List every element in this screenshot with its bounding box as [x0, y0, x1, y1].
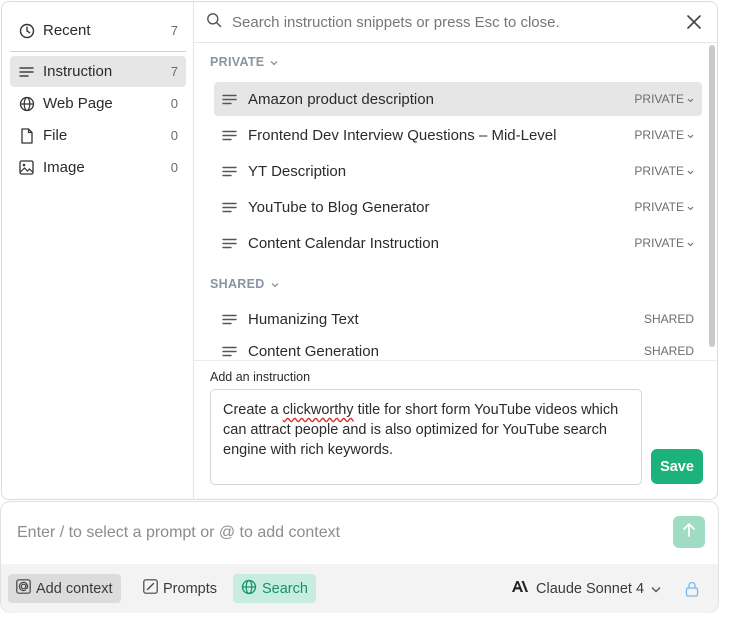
sidebar-item-count: 0 [170, 160, 178, 175]
misspelled-word: clickworthy [282, 402, 354, 418]
section-header-private[interactable]: PRIVATE [210, 55, 278, 69]
sidebar-divider [10, 51, 186, 52]
snippet-row[interactable]: YouTube to Blog Generator PRIVATE [214, 190, 702, 224]
search-input[interactable]: Search instruction snippets or press Esc… [232, 14, 683, 31]
model-label: Claude Sonnet 4 [536, 580, 645, 597]
snippet-list: PRIVATE Amazon product description PRIVA… [194, 43, 717, 359]
chat-composer: Enter / to select a prompt or @ to add c… [0, 501, 719, 613]
globe-icon [241, 579, 257, 599]
snippet-title: Humanizing Text [248, 310, 359, 328]
visibility-label: PRIVATE [634, 92, 684, 106]
sidebar-item-count: 0 [170, 128, 178, 143]
lock-icon[interactable] [685, 581, 701, 597]
prompts-label: Prompts [163, 580, 217, 597]
visibility-label: PRIVATE [634, 164, 684, 178]
snippet-row[interactable]: Humanizing Text SHARED [214, 302, 702, 336]
instruction-text-start: Create a [223, 402, 283, 418]
prompts-button[interactable]: Prompts [135, 574, 225, 603]
sidebar-item-count: 7 [170, 23, 178, 38]
chevron-down-icon [687, 200, 694, 214]
visibility-dropdown[interactable]: PRIVATE [634, 92, 694, 106]
save-button[interactable]: Save [651, 449, 703, 484]
snippet-title: YouTube to Blog Generator [248, 198, 430, 216]
file-icon [18, 127, 35, 144]
instruction-textarea[interactable]: Create a clickworthy title for short for… [210, 389, 642, 485]
sidebar-item-label: File [43, 127, 68, 144]
lines-icon [222, 345, 238, 357]
lines-icon [222, 165, 238, 177]
section-title: PRIVATE [210, 55, 265, 69]
sidebar-item-image[interactable]: Image 0 [10, 152, 186, 183]
visibility-dropdown[interactable]: PRIVATE [634, 200, 694, 214]
snippet-row[interactable]: Amazon product description PRIVATE [214, 82, 702, 116]
visibility-dropdown[interactable]: PRIVATE [634, 236, 694, 250]
sidebar-item-label: Image [43, 159, 85, 176]
snippet-row[interactable]: Content Generation SHARED [214, 334, 702, 359]
snippet-title: Content Calendar Instruction [248, 234, 439, 252]
add-context-button[interactable]: Add context [8, 574, 121, 603]
visibility-label: PRIVATE [634, 200, 684, 214]
add-instruction-area: Add an instruction Create a clickworthy … [194, 360, 717, 499]
add-instruction-label: Add an instruction [210, 370, 311, 384]
lines-icon [18, 63, 35, 80]
sidebar-item-instruction[interactable]: Instruction 7 [10, 56, 186, 87]
visibility-label: SHARED [643, 344, 694, 358]
snippet-row[interactable]: Content Calendar Instruction PRIVATE [214, 226, 702, 260]
chevron-down-icon [651, 581, 661, 597]
snippet-title: YT Description [248, 162, 347, 180]
section-header-shared[interactable]: SHARED [210, 277, 279, 291]
category-sidebar: Recent 7 Instruction 7 Web Page 0 File 0 [2, 2, 194, 499]
send-button[interactable] [673, 516, 705, 548]
section-title: SHARED [210, 277, 265, 291]
snippet-panel: Search instruction snippets or press Esc… [194, 2, 717, 499]
sidebar-item-label: Recent [43, 22, 91, 39]
composer-toolbar: Add context Prompts Search Claude Sonnet… [1, 564, 718, 613]
sidebar-item-file[interactable]: File 0 [10, 120, 186, 151]
sidebar-item-recent[interactable]: Recent 7 [10, 15, 186, 46]
model-selector[interactable]: Claude Sonnet 4 [511, 574, 661, 603]
visibility-label: PRIVATE [634, 236, 684, 250]
snippet-title: Amazon product description [248, 90, 434, 108]
chevron-down-icon [687, 92, 694, 106]
chevron-down-icon [271, 277, 279, 291]
visibility-label: SHARED [643, 312, 694, 326]
visibility-dropdown[interactable]: PRIVATE [634, 128, 694, 142]
arrow-up-icon [682, 522, 696, 543]
prompt-icon [143, 579, 158, 598]
snippet-row[interactable]: Frontend Dev Interview Questions – Mid-L… [214, 118, 702, 152]
search-toggle-button[interactable]: Search [233, 574, 316, 603]
snippet-title: Content Generation [248, 342, 379, 360]
anthropic-logo-icon [511, 580, 529, 597]
snippet-row[interactable]: YT Description PRIVATE [214, 154, 702, 188]
sidebar-item-web-page[interactable]: Web Page 0 [10, 88, 186, 119]
composer-input[interactable]: Enter / to select a prompt or @ to add c… [17, 524, 340, 542]
sidebar-item-count: 0 [170, 96, 178, 111]
scrollbar-thumb[interactable] [709, 45, 715, 347]
lines-icon [222, 129, 238, 141]
snippet-title: Frontend Dev Interview Questions – Mid-L… [248, 126, 557, 144]
search-icon [206, 12, 222, 33]
chevron-down-icon [687, 164, 694, 178]
chevron-down-icon [687, 128, 694, 142]
clock-icon [18, 22, 35, 39]
search-label: Search [262, 580, 308, 597]
chevron-down-icon [687, 236, 694, 250]
snippet-popup: Recent 7 Instruction 7 Web Page 0 File 0 [1, 1, 718, 500]
lines-icon [222, 201, 238, 213]
chevron-down-icon [270, 55, 278, 69]
sidebar-item-label: Instruction [43, 63, 113, 80]
image-icon [18, 159, 35, 176]
lines-icon [222, 237, 238, 249]
visibility-label: PRIVATE [634, 128, 684, 142]
lines-icon [222, 313, 238, 325]
snippet-search-bar[interactable]: Search instruction snippets or press Esc… [194, 2, 717, 43]
close-icon[interactable] [683, 11, 705, 33]
sidebar-item-label: Web Page [43, 95, 113, 112]
visibility-dropdown[interactable]: PRIVATE [634, 164, 694, 178]
at-sign-icon [16, 579, 31, 598]
add-context-label: Add context [36, 580, 113, 597]
sidebar-item-count: 7 [170, 64, 178, 79]
globe-icon [18, 95, 35, 112]
lines-icon [222, 93, 238, 105]
